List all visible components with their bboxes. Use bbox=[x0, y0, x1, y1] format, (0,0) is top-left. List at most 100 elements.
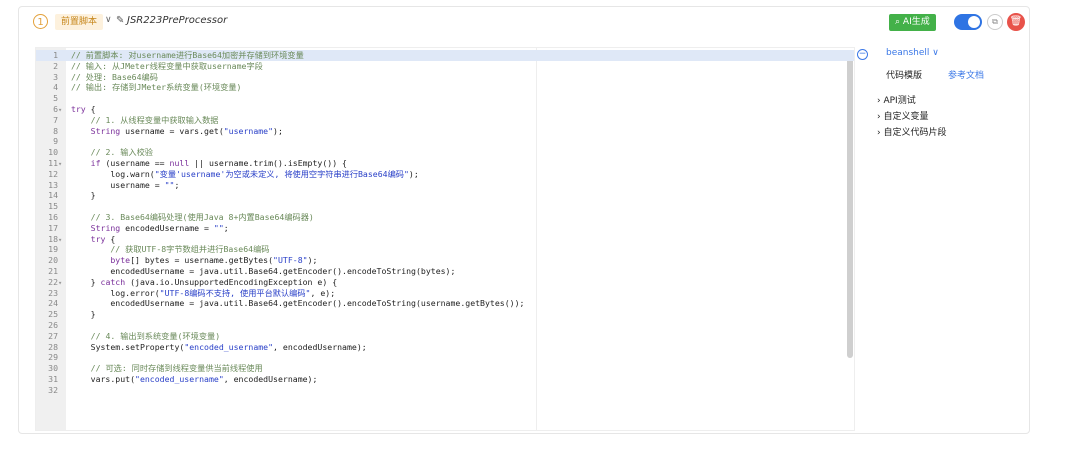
line-number: 32 bbox=[48, 384, 58, 395]
code-line[interactable]: 9 bbox=[36, 136, 854, 147]
line-number: 25 bbox=[48, 309, 58, 320]
line-number: 21 bbox=[48, 266, 58, 276]
line-number: 5 bbox=[53, 93, 58, 104]
code-line[interactable]: 12 log.warn("变量'username'为空或未定义, 将使用空字符串… bbox=[36, 169, 854, 180]
line-number: 8 bbox=[53, 125, 58, 136]
code-text: // 前置脚本: 对username进行Base64加密并存储到环境变量 bbox=[70, 50, 304, 60]
tree-item-label: 自定义变量 bbox=[883, 112, 929, 122]
code-line[interactable]: 27 // 4. 输出到系统变量(环境变量) bbox=[36, 331, 854, 342]
tab-code-template[interactable]: 代码模版 bbox=[886, 68, 922, 81]
code-text: // 3. Base64编码处理(使用Java 8+内置Base64编码器) bbox=[90, 212, 314, 222]
code-editor[interactable]: 1 // 前置脚本: 对username进行Base64加密并存储到环境变量 2 … bbox=[35, 47, 855, 431]
line-number: 26 bbox=[48, 320, 58, 330]
code-line[interactable]: 19 // 获取UTF-8字节数组并进行Base64编码 bbox=[36, 244, 854, 255]
tree-item-custom-snippets[interactable]: › 自定义代码片段 bbox=[877, 125, 946, 138]
code-line[interactable]: 13 username = ""; bbox=[36, 180, 854, 191]
line-number: 24 bbox=[48, 298, 58, 309]
line-number: 16 bbox=[48, 212, 58, 222]
tab-reference-docs[interactable]: 参考文档 bbox=[948, 68, 984, 81]
code-line[interactable]: 3 // 处理: Base64编码 bbox=[36, 72, 854, 83]
edit-icon[interactable]: ✎ bbox=[116, 15, 124, 26]
delete-icon[interactable]: 🗑 bbox=[1007, 13, 1025, 31]
code-text: // 2. 输入校验 bbox=[90, 147, 153, 158]
code-line[interactable]: 14 } bbox=[36, 190, 854, 201]
code-line[interactable]: 26 bbox=[36, 320, 854, 331]
code-line[interactable]: 31 vars.put("encoded_username", encodedU… bbox=[36, 374, 854, 385]
line-number: 10 bbox=[48, 147, 58, 158]
code-line[interactable]: 21 encodedUsername = java.util.Base64.ge… bbox=[36, 266, 854, 277]
code-text: if (username == null || username.trim().… bbox=[90, 158, 347, 168]
code-line[interactable]: 20 byte[] bytes = username.getBytes("UTF… bbox=[36, 255, 854, 266]
step-number-badge: 1 bbox=[33, 14, 48, 29]
line-number: 28 bbox=[48, 341, 58, 352]
tree-item-label: 自定义代码片段 bbox=[883, 128, 947, 138]
code-line[interactable]: 7 // 1. 从线程变量中获取输入数据 bbox=[36, 115, 854, 126]
code-text: // 1. 从线程变量中获取输入数据 bbox=[90, 114, 219, 125]
code-line[interactable]: 8 String username = vars.get("username")… bbox=[36, 126, 854, 137]
script-type-tag: 前置脚本 bbox=[55, 14, 104, 30]
code-line[interactable]: 4 // 输出: 存储到JMeter系统变量(环境变量) bbox=[36, 82, 854, 93]
code-line[interactable]: 29 bbox=[36, 352, 854, 363]
code-text: encodedUsername = java.util.Base64.getEn… bbox=[66, 266, 456, 276]
tree-item-api-test[interactable]: › API测试 bbox=[877, 93, 916, 106]
line-number: 11 bbox=[48, 158, 58, 168]
line-number: 2 bbox=[53, 60, 58, 71]
code-text: // 输出: 存储到JMeter系统变量(环境变量) bbox=[70, 82, 242, 93]
code-line[interactable]: 6▾ try { bbox=[36, 104, 854, 115]
line-number: 31 bbox=[48, 374, 58, 384]
line-number: 27 bbox=[48, 330, 58, 341]
collapse-panel-icon[interactable]: − bbox=[857, 49, 868, 60]
code-line[interactable]: 15 bbox=[36, 201, 854, 212]
code-text: try { bbox=[90, 233, 116, 244]
line-number: 14 bbox=[48, 190, 58, 201]
code-line[interactable]: 1 // 前置脚本: 对username进行Base64加密并存储到环境变量 bbox=[36, 50, 854, 61]
code-line[interactable]: 25 } bbox=[36, 309, 854, 320]
line-number: 12 bbox=[48, 168, 58, 179]
code-text: System.setProperty("encoded_username", e… bbox=[66, 341, 367, 352]
chevron-down-icon[interactable]: ∨ bbox=[105, 15, 112, 25]
code-line[interactable]: 2 // 输入: 从JMeter线程变量中获取username字段 bbox=[36, 61, 854, 72]
code-line[interactable]: 18▾ try { bbox=[36, 234, 854, 245]
line-number: 29 bbox=[48, 352, 58, 363]
code-text: // 4. 输出到系统变量(环境变量) bbox=[90, 330, 221, 341]
code-line[interactable]: 24 encodedUsername = java.util.Base64.ge… bbox=[36, 298, 854, 309]
code-text: username = ""; bbox=[66, 179, 180, 190]
line-number: 19 bbox=[48, 244, 58, 255]
line-number: 15 bbox=[48, 201, 58, 212]
script-name[interactable]: JSR223PreProcessor bbox=[127, 15, 227, 26]
line-number: 3 bbox=[53, 71, 58, 82]
line-number: 30 bbox=[48, 363, 58, 374]
code-line[interactable]: 32 bbox=[36, 385, 854, 396]
ai-generate-button[interactable]: ⌕ AI生成 bbox=[889, 14, 936, 31]
code-text: String encodedUsername = ""; bbox=[90, 222, 229, 233]
tree-item-custom-variables[interactable]: › 自定义变量 bbox=[877, 109, 928, 122]
line-number: 22 bbox=[48, 276, 58, 287]
copy-icon[interactable]: ⧉ bbox=[987, 14, 1003, 30]
code-line[interactable]: 23 log.error("UTF-8编码不支持, 使用平台默认编码", e); bbox=[36, 288, 854, 299]
script-card: 1 前置脚本 ∨ ✎ JSR223PreProcessor ⌕ AI生成 ⧉ 🗑… bbox=[18, 6, 1030, 434]
enable-toggle[interactable] bbox=[954, 14, 982, 30]
code-line[interactable]: 5 bbox=[36, 93, 854, 104]
code-text: // 获取UTF-8字节数组并进行Base64编码 bbox=[110, 244, 270, 255]
code-line[interactable]: 17 String encodedUsername = ""; bbox=[36, 223, 854, 234]
code-line[interactable]: 16 // 3. Base64编码处理(使用Java 8+内置Base64编码器… bbox=[36, 212, 854, 223]
line-number: 23 bbox=[48, 287, 58, 298]
language-select[interactable]: beanshell ∨ bbox=[886, 48, 939, 58]
code-line[interactable]: 30 // 可选: 同时存储到线程变量供当前线程使用 bbox=[36, 363, 854, 374]
code-text: byte[] bytes = username.getBytes("UTF-8"… bbox=[110, 255, 318, 266]
code-text: log.warn("变量'username'为空或未定义, 将使用空字符串进行B… bbox=[66, 168, 419, 179]
code-line[interactable]: 28 System.setProperty("encoded_username"… bbox=[36, 342, 854, 353]
language-value: beanshell bbox=[886, 48, 930, 58]
tree-item-label: API测试 bbox=[883, 96, 916, 106]
line-number: 17 bbox=[48, 222, 58, 233]
code-line[interactable]: 10 // 2. 输入校验 bbox=[36, 147, 854, 158]
code-line[interactable]: 11▾ if (username == null || username.tri… bbox=[36, 158, 854, 169]
code-line[interactable]: 22▾ } catch (java.io.UnsupportedEncoding… bbox=[36, 277, 854, 288]
